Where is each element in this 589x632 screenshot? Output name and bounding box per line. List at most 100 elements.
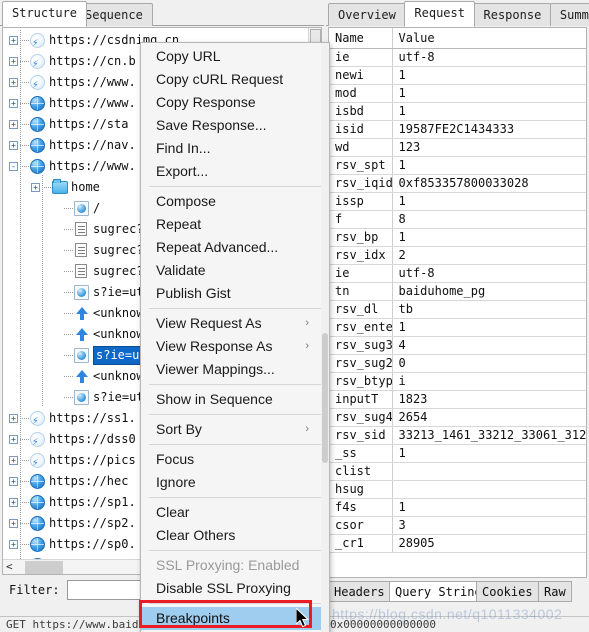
menu-item-sort-by[interactable]: Sort By ›	[141, 418, 329, 441]
gdoc-icon	[74, 285, 89, 300]
table-row[interactable]: mod 1	[329, 84, 586, 103]
table-row[interactable]: tn baiduhome_pg	[329, 282, 586, 301]
tree-collapse-icon[interactable]: -	[9, 162, 18, 171]
menu-item-copy-response[interactable]: Copy Response	[141, 91, 329, 114]
menu-item-show-in-sequence[interactable]: Show in Sequence	[141, 388, 329, 411]
column-header-name[interactable]: Name	[329, 28, 393, 49]
tree-connector	[20, 523, 29, 524]
menu-item-view-request-as[interactable]: View Request As ›	[141, 312, 329, 335]
tree-expand-icon[interactable]: +	[9, 99, 18, 108]
tree-expand-icon[interactable]: +	[9, 36, 18, 45]
table-row[interactable]: _ss 1	[329, 444, 586, 463]
table-row[interactable]: rsv_sug4 2654	[329, 408, 586, 427]
menu-item-focus[interactable]: Focus	[141, 448, 329, 471]
table-row[interactable]: rsv_sid 33213_1461_33212_33061_31254	[329, 426, 586, 445]
table-row[interactable]: f4s 1	[329, 498, 586, 517]
cell-name: _cr1	[329, 534, 393, 553]
tab-structure[interactable]: Structure	[2, 1, 88, 27]
menu-item-validate[interactable]: Validate	[141, 259, 329, 282]
table-row[interactable]: ie utf-8	[329, 264, 586, 283]
table-row[interactable]: isid 19587FE2C1434333	[329, 120, 586, 139]
submenu-chevron-icon: ›	[305, 340, 309, 352]
tab-request[interactable]: Request	[404, 1, 475, 27]
table-row[interactable]: inputT 1823	[329, 390, 586, 409]
menu-item-label: Compose	[156, 193, 216, 209]
table-row[interactable]: f8	[329, 210, 586, 229]
table-row[interactable]: wd 123	[329, 138, 586, 157]
tree-connector	[20, 460, 29, 461]
table-row[interactable]: issp 1	[329, 192, 586, 211]
column-header-value[interactable]: Value	[392, 28, 586, 49]
tab-query-string[interactable]: Query String	[389, 581, 488, 602]
tab-summary[interactable]: Summary	[549, 3, 589, 26]
scroll-left-arrow-icon[interactable]: <	[6, 560, 13, 574]
cell-value: 0xf853357800033028	[392, 174, 586, 193]
tree-connector	[64, 250, 73, 251]
table-row[interactable]: rsv_iqid 0xf853357800033028	[329, 174, 586, 193]
tree-expand-icon[interactable]: +	[9, 477, 18, 486]
tree-expand-icon[interactable]: +	[9, 120, 18, 129]
menu-item-ignore[interactable]: Ignore	[141, 471, 329, 494]
tree-expand-icon[interactable]: +	[9, 414, 18, 423]
menu-item-view-response-as[interactable]: View Response As ›	[141, 335, 329, 358]
cell-value: 1	[392, 444, 586, 463]
tree-expand-icon[interactable]: +	[31, 183, 40, 192]
tree-expand-icon[interactable]: +	[9, 519, 18, 528]
menu-item-clear-others[interactable]: Clear Others	[141, 524, 329, 547]
table-row[interactable]: ie utf-8	[329, 48, 586, 67]
tab-cookies[interactable]: Cookies	[476, 581, 539, 602]
context-menu-scroll-thumb[interactable]	[322, 333, 328, 463]
tree-expand-icon[interactable]: +	[9, 78, 18, 87]
tab-raw[interactable]: Raw	[538, 581, 572, 602]
table-row[interactable]: rsv_dl tb	[329, 300, 586, 319]
menu-item-disable-ssl-proxying[interactable]: Disable SSL Proxying	[141, 577, 329, 600]
menu-item-repeat-advanced[interactable]: Repeat Advanced...	[141, 236, 329, 259]
tab-response[interactable]: Response	[473, 3, 552, 26]
menu-item-copy-url[interactable]: Copy URL	[141, 45, 329, 68]
cell-name: hsug	[329, 480, 393, 499]
table-row[interactable]: hsug	[329, 480, 586, 499]
menu-item-clear[interactable]: Clear	[141, 501, 329, 524]
menu-item-publish-gist[interactable]: Publish Gist	[141, 282, 329, 305]
context-menu-scrollbar[interactable]	[321, 43, 329, 632]
menu-item-viewer-mappings[interactable]: Viewer Mappings...	[141, 358, 329, 381]
cell-value: 1	[392, 156, 586, 175]
table-row[interactable]: isbd 1	[329, 102, 586, 121]
tree-expand-icon[interactable]: +	[9, 540, 18, 549]
table-row[interactable]: _cr1 28905	[329, 534, 586, 553]
table-row[interactable]: rsv_sug3 4	[329, 336, 586, 355]
table-row[interactable]: rsv_spt 1	[329, 156, 586, 175]
tree-expand-icon[interactable]: +	[9, 456, 18, 465]
right-panel: OverviewRequestResponseSummaryC Name Val…	[326, 0, 589, 632]
tab-overview[interactable]: Overview	[328, 3, 406, 26]
tree-vscroll-thumb[interactable]	[310, 29, 321, 43]
tree-node-label: home	[71, 180, 100, 194]
table-row[interactable]: rsv_idx 2	[329, 246, 586, 265]
table-row[interactable]: rsv_btypei	[329, 372, 586, 391]
table-row[interactable]: csor 3	[329, 516, 586, 535]
table-row[interactable]: rsv_sug2 0	[329, 354, 586, 373]
table-row[interactable]: newi 1	[329, 66, 586, 85]
menu-item-save-response[interactable]: Save Response...	[141, 114, 329, 137]
tab-headers[interactable]: Headers	[328, 581, 391, 602]
menu-item-find-in[interactable]: Find In...	[141, 137, 329, 160]
menu-item-export[interactable]: Export...	[141, 160, 329, 183]
tree-guide-line	[20, 30, 21, 574]
tree-node-label: https://www.	[49, 96, 136, 110]
context-menu[interactable]: Copy URL Copy cURL Request Copy Response Sa…	[140, 42, 330, 632]
globe-icon	[30, 495, 45, 510]
menu-item-repeat[interactable]: Repeat	[141, 213, 329, 236]
tree-expand-icon[interactable]: +	[9, 141, 18, 150]
tree-expand-icon[interactable]: +	[9, 57, 18, 66]
tree-connector	[64, 313, 73, 314]
menu-item-copy-curl-request[interactable]: Copy cURL Request	[141, 68, 329, 91]
tree-node-label: https://www.	[49, 159, 136, 173]
table-row[interactable]: clist	[329, 462, 586, 481]
tree-expand-icon[interactable]: +	[9, 498, 18, 507]
tree-connector	[64, 376, 73, 377]
table-row[interactable]: rsv_enter1	[329, 318, 586, 337]
table-row[interactable]: rsv_bp 1	[329, 228, 586, 247]
tree-hscroll-thumb[interactable]	[25, 561, 63, 574]
tree-expand-icon[interactable]: +	[9, 435, 18, 444]
menu-item-compose[interactable]: Compose	[141, 190, 329, 213]
